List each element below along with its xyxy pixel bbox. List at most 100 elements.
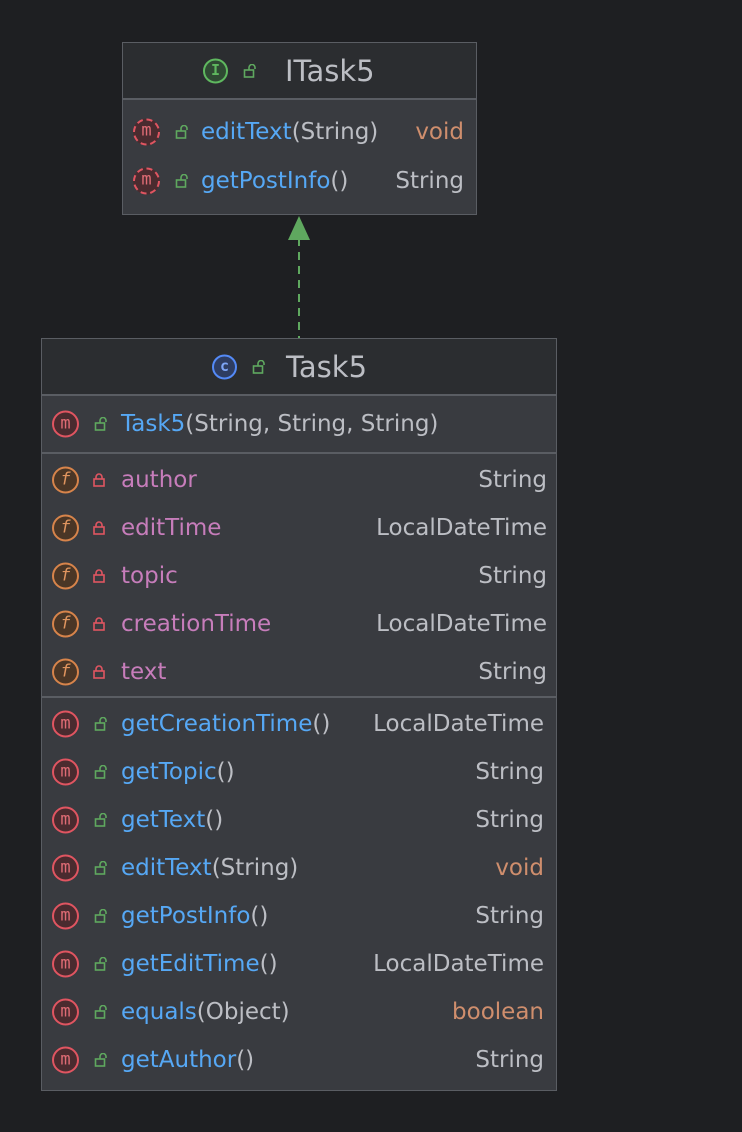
field-row[interactable]: f author String — [42, 456, 556, 504]
method-row[interactable]: m equals(Object) boolean — [42, 988, 556, 1036]
field-icon-glyph: f — [60, 517, 71, 537]
private-visibility-icon — [92, 521, 106, 535]
public-visibility-icon — [94, 861, 108, 875]
method-icon: m — [52, 806, 79, 834]
public-visibility-icon — [94, 1053, 108, 1067]
interface-header[interactable]: I ITask5 — [123, 43, 476, 100]
method-type: String — [475, 903, 544, 929]
field-type: String — [478, 659, 547, 685]
field-icon: f — [52, 562, 79, 590]
public-visibility-icon — [94, 717, 108, 731]
interface-icon-glyph: I — [210, 61, 221, 80]
method-params: (String) — [211, 855, 299, 881]
field: author — [121, 467, 197, 493]
class-header[interactable]: c Task5 — [42, 339, 556, 396]
public-visibility-icon — [175, 173, 189, 188]
interface-itask5[interactable]: I ITask5 m editText(String) void m getPostIn… — [122, 42, 477, 215]
class-icon-glyph: c — [219, 357, 230, 376]
method: getPostInfo() — [121, 903, 268, 929]
method-name: getTopic — [121, 759, 217, 785]
method-name: equals — [121, 999, 197, 1025]
constructor-row[interactable]: m Task5(String, String, String) — [42, 396, 556, 452]
method-row[interactable]: m getText() String — [42, 796, 556, 844]
interface-method-type: String — [395, 167, 464, 194]
field-icon: f — [52, 514, 79, 542]
method-icon-glyph: m — [60, 953, 71, 973]
method-type: LocalDateTime — [373, 951, 544, 977]
constructor-name: Task5 — [121, 411, 186, 437]
interface-method-params: () — [330, 167, 349, 194]
interface-method-row[interactable]: m getPostInfo() String — [123, 156, 476, 205]
field-name: author — [121, 467, 197, 493]
method-row[interactable]: m getEditTime() LocalDateTime — [42, 940, 556, 988]
method-row[interactable]: m getCreationTime() LocalDateTime — [42, 700, 556, 748]
method-name: getText — [121, 807, 206, 833]
method-params: () — [312, 711, 331, 737]
field: text — [121, 659, 166, 685]
private-visibility-icon — [92, 617, 106, 631]
method-icon-glyph: m — [60, 761, 71, 781]
method-type: String — [475, 1047, 544, 1073]
field-icon-glyph: f — [60, 565, 71, 585]
field-row[interactable]: f editTime LocalDateTime — [42, 504, 556, 552]
constructor-section: m Task5(String, String, String) — [42, 396, 556, 452]
method-type: LocalDateTime — [373, 711, 544, 737]
field-type: String — [478, 467, 547, 493]
public-visibility-icon — [243, 63, 257, 78]
interface-method-name: getPostInfo — [201, 167, 331, 194]
method-icon: m — [52, 854, 79, 882]
interface-method-row[interactable]: m editText(String) void — [123, 107, 476, 156]
method-name: getCreationTime — [121, 711, 313, 737]
methods-section: m getCreationTime() LocalDateTime m getTopic… — [42, 696, 556, 1084]
class-icon: c — [212, 354, 237, 379]
field-name: editTime — [121, 515, 222, 541]
method-params: () — [259, 951, 278, 977]
abstract-method-icon: m — [133, 167, 160, 194]
private-visibility-icon — [92, 665, 106, 679]
method: getEditTime() — [121, 951, 278, 977]
class-task5[interactable]: c Task5 m Task5(String, String, String) f… — [41, 338, 557, 1091]
field-row[interactable]: f creationTime LocalDateTime — [42, 600, 556, 648]
method-icon: m — [52, 710, 79, 738]
method-icon-glyph: m — [60, 809, 71, 829]
public-visibility-icon — [94, 909, 108, 923]
method: getTopic() — [121, 759, 235, 785]
method-icon: m — [52, 410, 79, 438]
constructor: Task5(String, String, String) — [121, 411, 438, 437]
field-row[interactable]: f text String — [42, 648, 556, 696]
method-params: () — [250, 903, 269, 929]
field-type: LocalDateTime — [376, 611, 547, 637]
method-row[interactable]: m getTopic() String — [42, 748, 556, 796]
abstract-method-icon: m — [133, 118, 160, 145]
method-icon-glyph: m — [60, 413, 71, 433]
method-name: editText — [121, 855, 212, 881]
method-icon: m — [52, 998, 79, 1026]
method-row[interactable]: m getAuthor() String — [42, 1036, 556, 1084]
method-params: () — [216, 759, 235, 785]
method: getAuthor() — [121, 1047, 254, 1073]
field-row[interactable]: f topic String — [42, 552, 556, 600]
method-name: getAuthor — [121, 1047, 237, 1073]
field-name: text — [121, 659, 167, 685]
public-visibility-icon — [175, 124, 189, 139]
method-row[interactable]: m editText(String) void — [42, 844, 556, 892]
field-type: String — [478, 563, 547, 589]
method-icon: m — [52, 1046, 79, 1074]
public-visibility-icon — [94, 957, 108, 971]
method: getCreationTime() — [121, 711, 330, 737]
method-row[interactable]: m getPostInfo() String — [42, 892, 556, 940]
interface-method-type: void — [415, 118, 464, 145]
abstract-method-icon-glyph: m — [141, 120, 152, 141]
method-type: String — [475, 807, 544, 833]
private-visibility-icon — [92, 473, 106, 487]
interface-method: editText(String) — [201, 119, 378, 145]
method-params: () — [236, 1047, 255, 1073]
field-icon-glyph: f — [60, 469, 71, 489]
class-title: Task5 — [286, 349, 368, 384]
method-type: void — [495, 855, 544, 881]
abstract-method-icon-glyph: m — [141, 169, 152, 190]
method-icon-glyph: m — [60, 1001, 71, 1021]
method-name: getPostInfo — [121, 903, 251, 929]
fields-section: f author String f editTime LocalDateTime f topi… — [42, 452, 556, 696]
interface-icon: I — [203, 58, 228, 83]
